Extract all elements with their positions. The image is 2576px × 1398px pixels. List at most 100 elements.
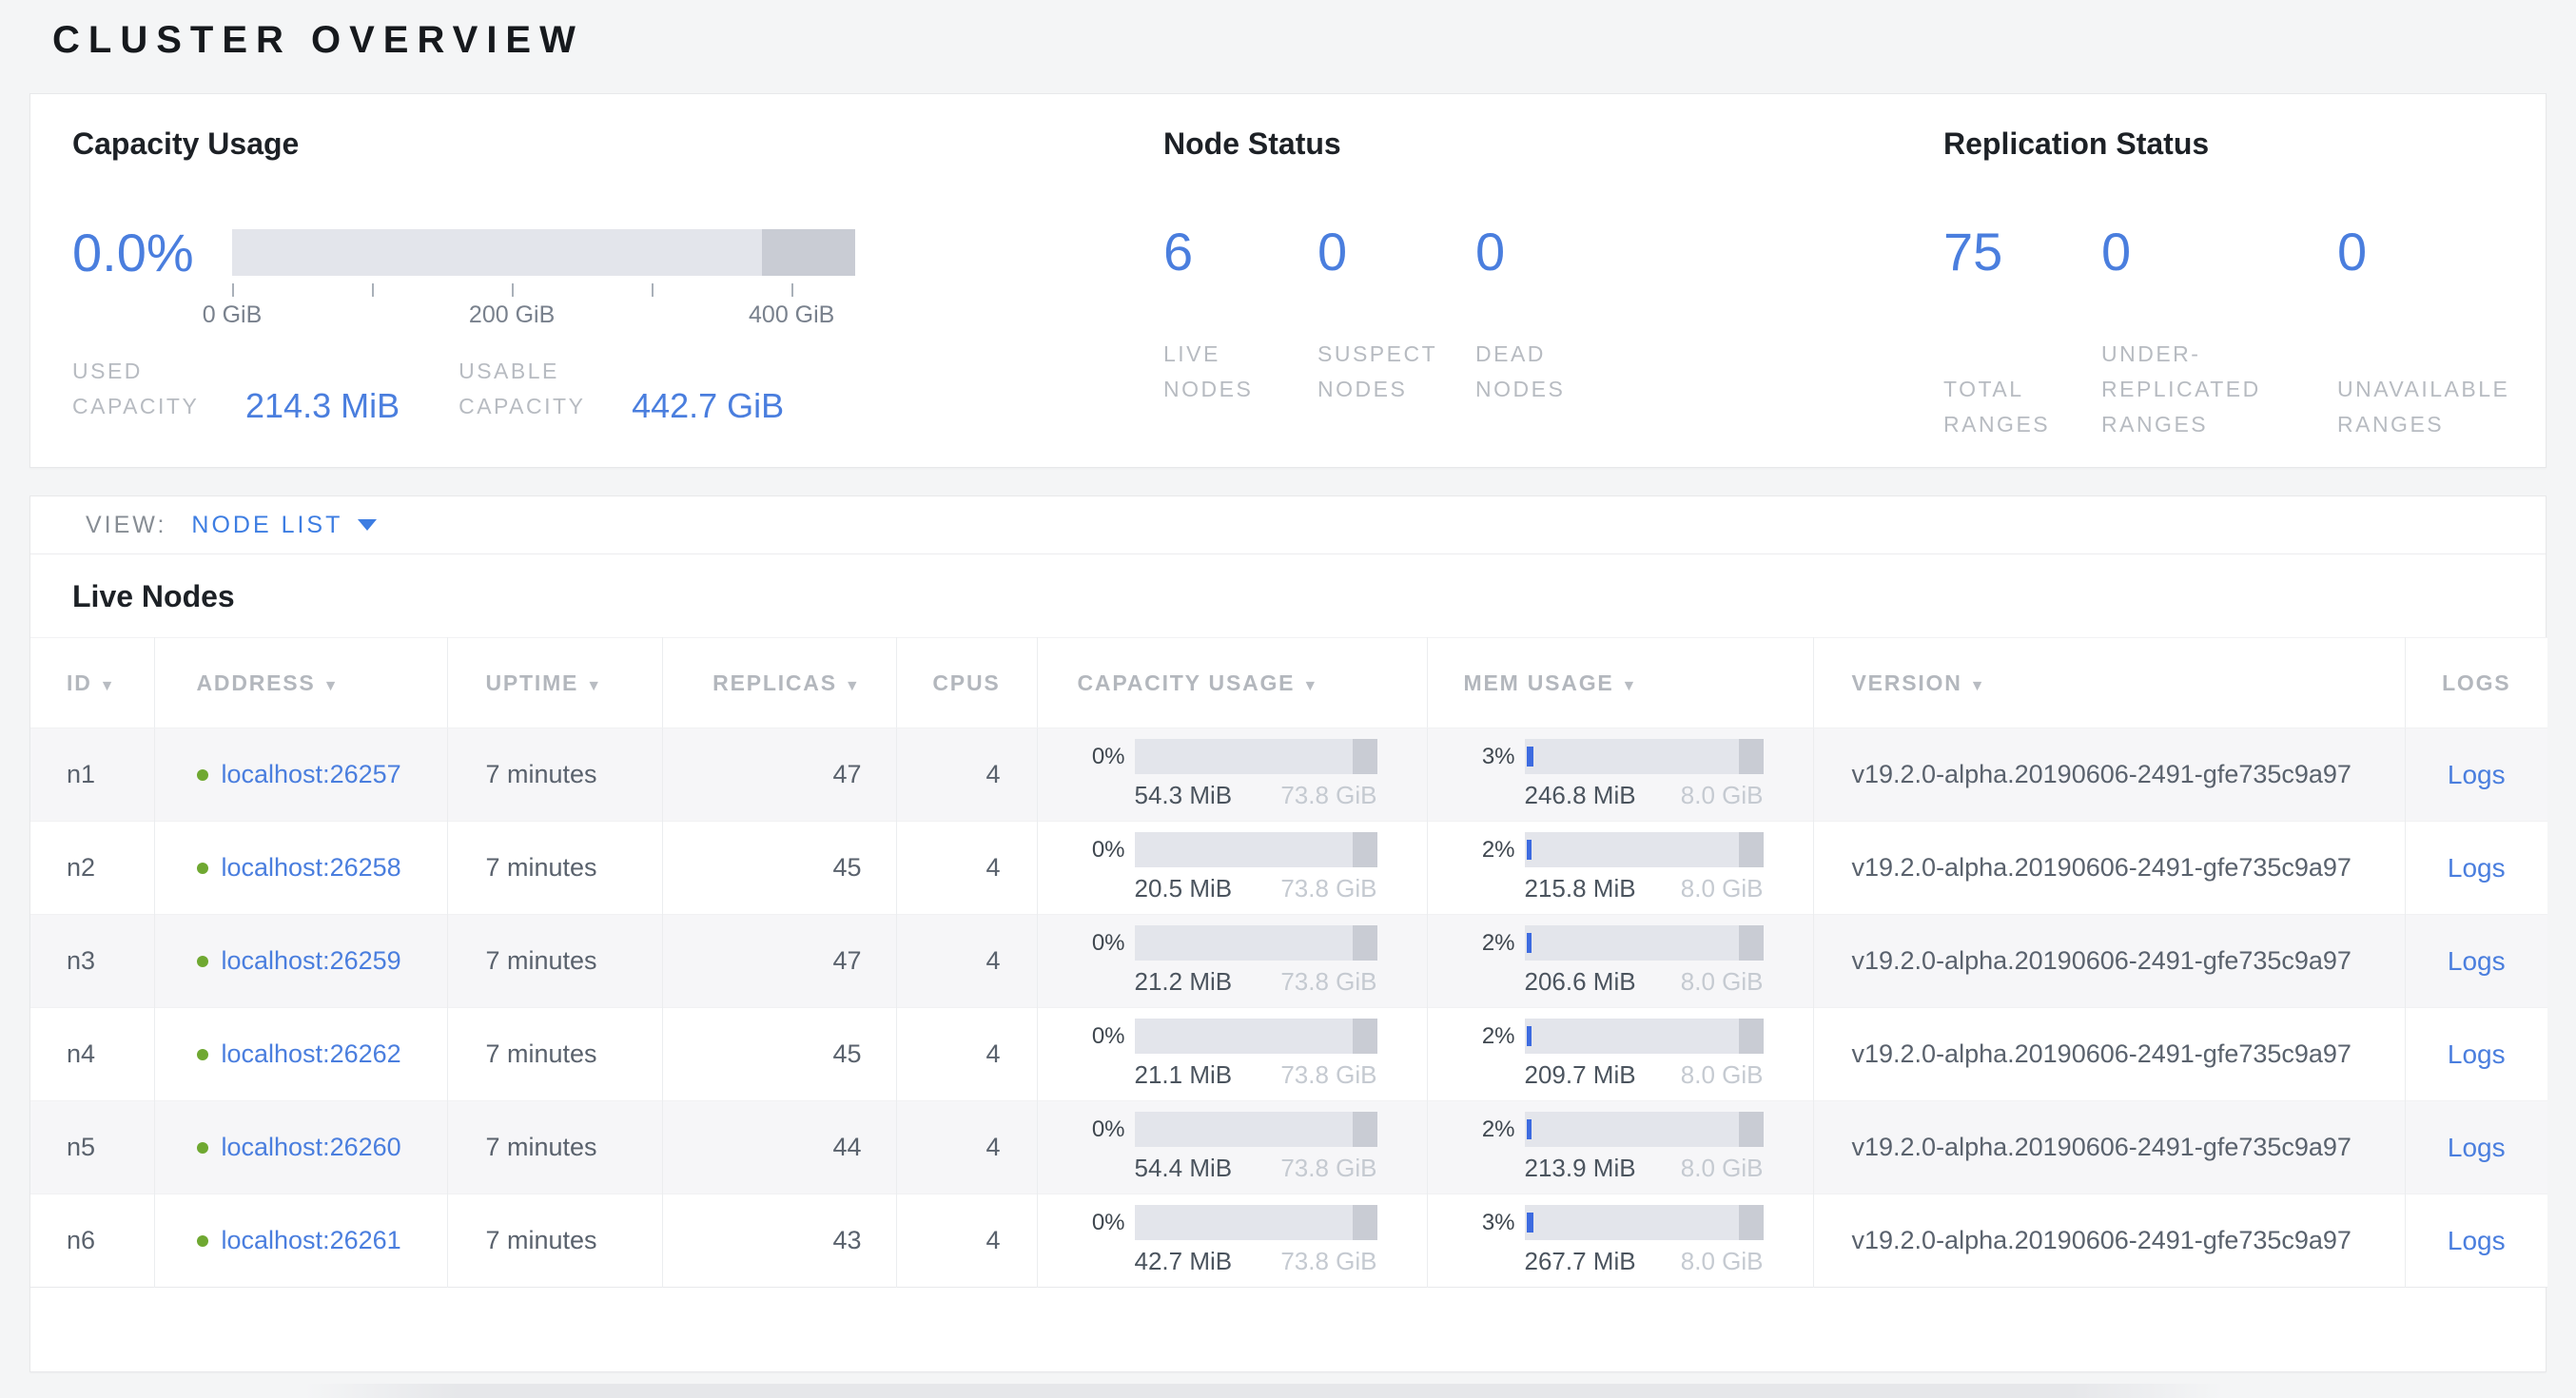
stat-label: USABLE CAPACITY xyxy=(459,354,622,424)
capacity-meter: 0% 54.4 MiB 73.8 GiB xyxy=(1038,1112,1427,1183)
capacity-usage-cell: 0% 54.3 MiB 73.8 GiB xyxy=(1037,728,1427,822)
meter-used-value: 20.5 MiB xyxy=(1135,874,1233,903)
node-address-link[interactable]: localhost:26259 xyxy=(222,946,401,975)
node-replicas: 45 xyxy=(662,822,896,915)
logs-link[interactable]: Logs xyxy=(2448,1133,2506,1162)
table-row: n2 localhost:26258 7 minutes 45 4 0% 20.… xyxy=(30,822,2547,915)
node-address-cell: localhost:26262 xyxy=(154,1008,447,1101)
node-cpus: 4 xyxy=(896,728,1037,822)
node-address-cell: localhost:26258 xyxy=(154,822,447,915)
gauge-tick xyxy=(232,283,234,297)
meter-bar xyxy=(1525,739,1764,774)
meter-total-value: 8.0 GiB xyxy=(1681,781,1764,810)
live-status-dot-icon xyxy=(197,1235,208,1247)
node-uptime: 7 minutes xyxy=(447,728,662,822)
live-status-dot-icon xyxy=(197,956,208,967)
column-header-id[interactable]: ID▼ xyxy=(30,638,154,728)
node-address-cell: localhost:26260 xyxy=(154,1101,447,1194)
meter-reserved-segment xyxy=(1739,1112,1763,1147)
meter-used-value: 246.8 MiB xyxy=(1525,781,1636,810)
node-status-section: Node Status 6 0 0 LIVE NODES SUSPECT NOD… xyxy=(1163,126,1704,407)
meter-percent: 0% xyxy=(1038,1116,1135,1143)
node-version: v19.2.0-alpha.20190606-2491-gfe735c9a97 xyxy=(1813,1194,2405,1288)
node-list-dropdown[interactable]: NODE LIST xyxy=(191,512,377,539)
meter-bar xyxy=(1525,832,1764,867)
meter-total-value: 8.0 GiB xyxy=(1681,1060,1764,1090)
meter-used-value: 54.4 MiB xyxy=(1135,1154,1233,1183)
meter-fill xyxy=(1527,933,1532,953)
meter-fill xyxy=(1527,1026,1532,1046)
gauge-tick xyxy=(791,283,793,297)
stat-value: 442.7 GiB xyxy=(632,386,784,426)
dropdown-selected-value: NODE LIST xyxy=(191,512,342,539)
nodes-table-body: n1 localhost:26257 7 minutes 47 4 0% 54.… xyxy=(30,728,2547,1288)
column-header-capacity-usage[interactable]: CAPACITY USAGE▼ xyxy=(1037,638,1427,728)
meter-percent: 2% xyxy=(1428,1116,1525,1143)
logs-link[interactable]: Logs xyxy=(2448,1039,2506,1069)
table-row: n1 localhost:26257 7 minutes 47 4 0% 54.… xyxy=(30,728,2547,822)
column-header-replicas[interactable]: REPLICAS▼ xyxy=(662,638,896,728)
nodes-table: ID▼ ADDRESS▼ UPTIME▼ REPLICAS▼ CPUS CAPA… xyxy=(30,637,2547,1288)
capacity-usage-cell: 0% 21.2 MiB 73.8 GiB xyxy=(1037,915,1427,1008)
table-row: n3 localhost:26259 7 minutes 47 4 0% 21.… xyxy=(30,915,2547,1008)
meter-total-value: 73.8 GiB xyxy=(1280,1154,1376,1183)
column-header-logs: LOGS xyxy=(2405,638,2547,728)
meter-reserved-segment xyxy=(1739,1205,1763,1240)
logs-link[interactable]: Logs xyxy=(2448,760,2506,789)
caret-down-icon[interactable] xyxy=(358,519,377,531)
node-address-link[interactable]: localhost:26257 xyxy=(222,760,401,788)
column-header-address[interactable]: ADDRESS▼ xyxy=(154,638,447,728)
meter-bar xyxy=(1135,1019,1377,1054)
meter-bar xyxy=(1525,1112,1764,1147)
meter-used-value: 213.9 MiB xyxy=(1525,1154,1636,1183)
capacity-section-title: Capacity Usage xyxy=(72,126,928,162)
mem-meter: 2% 209.7 MiB 8.0 GiB xyxy=(1428,1019,1813,1090)
logs-link[interactable]: Logs xyxy=(2448,853,2506,883)
mem-meter: 2% 206.6 MiB 8.0 GiB xyxy=(1428,925,1813,997)
column-header-uptime[interactable]: UPTIME▼ xyxy=(447,638,662,728)
meter-used-value: 42.7 MiB xyxy=(1135,1247,1233,1276)
live-status-dot-icon xyxy=(197,1049,208,1060)
gauge-tick xyxy=(372,283,374,297)
mem-meter: 3% 246.8 MiB 8.0 GiB xyxy=(1428,739,1813,810)
replication-status-section: Replication Status 75 0 0 TOTAL RANGES U… xyxy=(1943,126,2576,441)
mem-usage-cell: 2% 213.9 MiB 8.0 GiB xyxy=(1427,1101,1813,1194)
column-header-version[interactable]: VERSION▼ xyxy=(1813,638,2405,728)
node-id: n3 xyxy=(30,915,154,1008)
sort-desc-icon: ▼ xyxy=(1970,678,1987,694)
used-capacity-stat: USED CAPACITY 214.3 MiB xyxy=(72,354,400,424)
table-row: n6 localhost:26261 7 minutes 43 4 0% 42.… xyxy=(30,1194,2547,1288)
bottom-shadow xyxy=(304,1384,2224,1398)
capacity-meter: 0% 21.2 MiB 73.8 GiB xyxy=(1038,925,1427,997)
node-address-link[interactable]: localhost:26260 xyxy=(222,1133,401,1161)
node-address-link[interactable]: localhost:26258 xyxy=(222,853,401,882)
meter-reserved-segment xyxy=(1353,1205,1377,1240)
meter-total-value: 73.8 GiB xyxy=(1280,1060,1376,1090)
logs-link[interactable]: Logs xyxy=(2448,946,2506,976)
node-uptime: 7 minutes xyxy=(447,822,662,915)
node-replicas: 43 xyxy=(662,1194,896,1288)
meter-percent: 0% xyxy=(1038,930,1135,957)
sort-desc-icon: ▼ xyxy=(586,678,603,694)
meter-fill xyxy=(1527,840,1532,860)
capacity-usage-cell: 0% 21.1 MiB 73.8 GiB xyxy=(1037,1008,1427,1101)
node-cpus: 4 xyxy=(896,1008,1037,1101)
node-address-link[interactable]: localhost:26261 xyxy=(222,1226,401,1254)
unavailable-label: UNAVAILABLE RANGES xyxy=(2337,372,2576,442)
logs-link[interactable]: Logs xyxy=(2448,1226,2506,1255)
meter-reserved-segment xyxy=(1353,739,1377,774)
node-address-link[interactable]: localhost:26262 xyxy=(222,1039,401,1068)
mem-usage-cell: 2% 215.8 MiB 8.0 GiB xyxy=(1427,822,1813,915)
logs-cell: Logs xyxy=(2405,1194,2547,1288)
logs-cell: Logs xyxy=(2405,728,2547,822)
gauge-labels: 0 GiB200 GiB400 GiB xyxy=(232,301,855,330)
column-header-mem-usage[interactable]: MEM USAGE▼ xyxy=(1427,638,1813,728)
meter-bar xyxy=(1135,739,1377,774)
mem-usage-cell: 2% 206.6 MiB 8.0 GiB xyxy=(1427,915,1813,1008)
column-header-cpus: CPUS xyxy=(896,638,1037,728)
sort-desc-icon: ▼ xyxy=(1302,678,1319,694)
meter-used-value: 54.3 MiB xyxy=(1135,781,1233,810)
node-uptime: 7 minutes xyxy=(447,1008,662,1101)
meter-bar xyxy=(1525,1205,1764,1240)
meter-reserved-segment xyxy=(1353,832,1377,867)
